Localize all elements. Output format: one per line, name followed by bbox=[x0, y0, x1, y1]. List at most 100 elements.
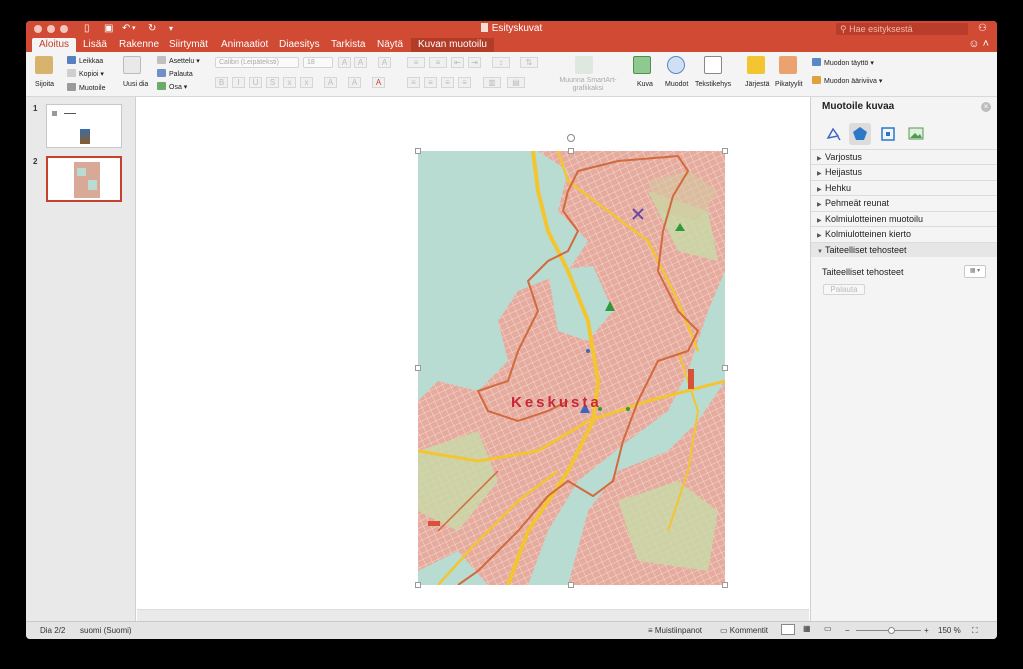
tab-kuvan-muotoilu[interactable]: Kuvan muotoilu bbox=[411, 38, 494, 52]
underline-button[interactable]: U bbox=[249, 77, 262, 88]
comments-button[interactable]: ▭ Kommentit bbox=[720, 626, 768, 635]
section-glow[interactable]: ▶ Hehku bbox=[811, 180, 997, 195]
align-text-button[interactable]: ▤ bbox=[507, 77, 525, 88]
tab-diaesitys[interactable]: Diaesitys bbox=[272, 38, 327, 52]
zoom-in-icon[interactable]: + bbox=[924, 626, 929, 635]
tab-nayta[interactable]: Näytä bbox=[370, 38, 410, 52]
font-color-button[interactable]: A bbox=[372, 77, 385, 88]
slide-thumbnail-1[interactable] bbox=[46, 104, 122, 148]
section-reflection[interactable]: ▶ Heijastus bbox=[811, 164, 997, 179]
slide-thumbnail-2[interactable] bbox=[46, 156, 122, 202]
align-left-button[interactable]: ≡ bbox=[407, 77, 420, 88]
language-indicator[interactable]: suomi (Suomi) bbox=[80, 626, 132, 635]
new-slide-button[interactable]: Uusi dia bbox=[123, 81, 148, 88]
line-spacing-button[interactable]: ↕ bbox=[492, 57, 510, 68]
format-painter-button[interactable]: Muotoile bbox=[67, 83, 105, 92]
artistic-effects-dropdown[interactable]: ▦ ▾ bbox=[964, 265, 986, 278]
superscript-button[interactable]: x bbox=[283, 77, 296, 88]
resize-handle-bottom-left[interactable] bbox=[415, 582, 421, 588]
fit-to-window-icon[interactable]: ⛶ bbox=[972, 626, 978, 636]
font-size-box[interactable]: 18 bbox=[303, 57, 333, 68]
resize-handle-left[interactable] bbox=[415, 365, 421, 371]
arrange-icon[interactable] bbox=[747, 56, 765, 74]
shape-fill-button[interactable]: Muodon täyttö ▾ bbox=[812, 58, 874, 67]
picture-button[interactable]: Kuva bbox=[637, 81, 653, 88]
zoom-level[interactable]: 150 % bbox=[938, 626, 961, 635]
search-field[interactable]: ⚲ Hae esityksestä bbox=[836, 23, 968, 35]
picture-icon[interactable] bbox=[633, 56, 651, 74]
tab-tarkista[interactable]: Tarkista bbox=[324, 38, 372, 52]
align-right-button[interactable]: ≡ bbox=[441, 77, 454, 88]
fill-line-tab[interactable] bbox=[822, 123, 844, 145]
subscript-button[interactable]: x bbox=[300, 77, 313, 88]
grow-font-button[interactable]: A bbox=[338, 57, 351, 68]
rotate-handle-icon[interactable] bbox=[567, 134, 575, 142]
section-button[interactable]: Osa ▾ bbox=[157, 82, 187, 91]
shapes-button[interactable]: Muodot bbox=[665, 81, 688, 88]
current-slide[interactable]: Keskusta bbox=[137, 97, 809, 609]
normal-view-icon[interactable] bbox=[781, 624, 795, 635]
feedback-smiley-icon[interactable]: ☺ ˄ bbox=[968, 38, 989, 50]
shrink-font-button[interactable]: A bbox=[354, 57, 367, 68]
resize-handle-top[interactable] bbox=[568, 148, 574, 154]
strikethrough-button[interactable]: S bbox=[266, 77, 279, 88]
section-shadow[interactable]: ▶ Varjostus bbox=[811, 149, 997, 164]
zoom-slider-thumb[interactable] bbox=[888, 627, 895, 634]
clear-format-button[interactable]: A bbox=[378, 57, 391, 68]
section-3d-rotation[interactable]: ▶ Kolmiulotteinen kierto bbox=[811, 226, 997, 241]
section-soft-edges[interactable]: ▶ Pehmeät reunat bbox=[811, 195, 997, 210]
arrange-button[interactable]: Järjestä bbox=[745, 81, 770, 88]
share-icon[interactable]: ⚇ bbox=[978, 23, 987, 35]
section-artistic-effects[interactable]: ▼ Taiteelliset tehosteet bbox=[811, 242, 997, 257]
convert-smartart-button[interactable]: Muunna SmartArt-grafiikaksi bbox=[557, 77, 619, 93]
font-name-box[interactable]: Calibri (Leipäteksti) bbox=[215, 57, 299, 68]
decrease-indent-button[interactable]: ⇤ bbox=[451, 57, 464, 68]
shapes-icon[interactable] bbox=[667, 56, 685, 74]
reading-view-icon[interactable]: ▭ bbox=[824, 624, 832, 633]
quick-styles-icon[interactable] bbox=[779, 56, 797, 74]
zoom-out-icon[interactable]: − bbox=[845, 626, 850, 635]
resize-handle-top-right[interactable] bbox=[722, 148, 728, 154]
text-direction-button[interactable]: ⇅ bbox=[520, 57, 538, 68]
align-center-button[interactable]: ≡ bbox=[424, 77, 437, 88]
new-slide-icon[interactable] bbox=[123, 56, 141, 74]
smartart-icon[interactable] bbox=[575, 56, 593, 74]
increase-indent-button[interactable]: ⇥ bbox=[468, 57, 481, 68]
notes-button[interactable]: ≡ Muistiinpanot bbox=[648, 626, 702, 635]
horizontal-scrollbar[interactable] bbox=[137, 609, 809, 621]
map-picture[interactable]: Keskusta bbox=[415, 134, 728, 588]
text-highlight-button[interactable]: A bbox=[324, 77, 337, 88]
shape-outline-button[interactable]: Muodon ääriviiva ▾ bbox=[812, 76, 882, 85]
textbox-icon[interactable] bbox=[704, 56, 722, 74]
textbox-button[interactable]: Tekstikehys bbox=[695, 81, 731, 88]
paste-button[interactable]: Sijoita bbox=[35, 81, 54, 88]
tab-aloitus[interactable]: Aloitus bbox=[32, 38, 77, 52]
quick-styles-button[interactable]: Pikatyylit bbox=[775, 81, 803, 88]
section-3d-format[interactable]: ▶ Kolmiulotteinen muotoilu bbox=[811, 211, 997, 226]
char-spacing-button[interactable]: A bbox=[348, 77, 361, 88]
slide-sorter-icon[interactable]: ▦ bbox=[803, 624, 811, 633]
copy-button[interactable]: Kopioi ▾ bbox=[67, 69, 104, 78]
bullets-button[interactable]: ≡ bbox=[407, 57, 425, 68]
slide-canvas[interactable]: Keskusta bbox=[137, 97, 809, 609]
numbering-button[interactable]: ≡ bbox=[429, 57, 447, 68]
pane-close-icon[interactable]: × bbox=[981, 102, 991, 112]
reset-effects-button[interactable]: Palauta bbox=[823, 284, 865, 295]
paste-icon[interactable] bbox=[35, 56, 53, 74]
justify-button[interactable]: ≡ bbox=[458, 77, 471, 88]
cut-button[interactable]: Leikkaa bbox=[67, 56, 103, 65]
columns-button[interactable]: ▥ bbox=[483, 77, 501, 88]
resize-handle-bottom[interactable] bbox=[568, 582, 574, 588]
reset-slide-button[interactable]: Palauta bbox=[157, 69, 193, 78]
layout-button[interactable]: Asettelu ▾ bbox=[157, 56, 200, 65]
resize-handle-right[interactable] bbox=[722, 365, 728, 371]
effects-tab[interactable] bbox=[849, 123, 871, 145]
bold-button[interactable]: B bbox=[215, 77, 228, 88]
picture-tab[interactable] bbox=[905, 123, 927, 145]
italic-button[interactable]: I bbox=[232, 77, 245, 88]
tab-lisaa[interactable]: Lisää bbox=[76, 38, 114, 52]
tab-siirtymat[interactable]: Siirtymät bbox=[162, 38, 215, 52]
resize-handle-bottom-right[interactable] bbox=[722, 582, 728, 588]
tab-rakenne[interactable]: Rakenne bbox=[112, 38, 166, 52]
tab-animaatiot[interactable]: Animaatiot bbox=[214, 38, 275, 52]
